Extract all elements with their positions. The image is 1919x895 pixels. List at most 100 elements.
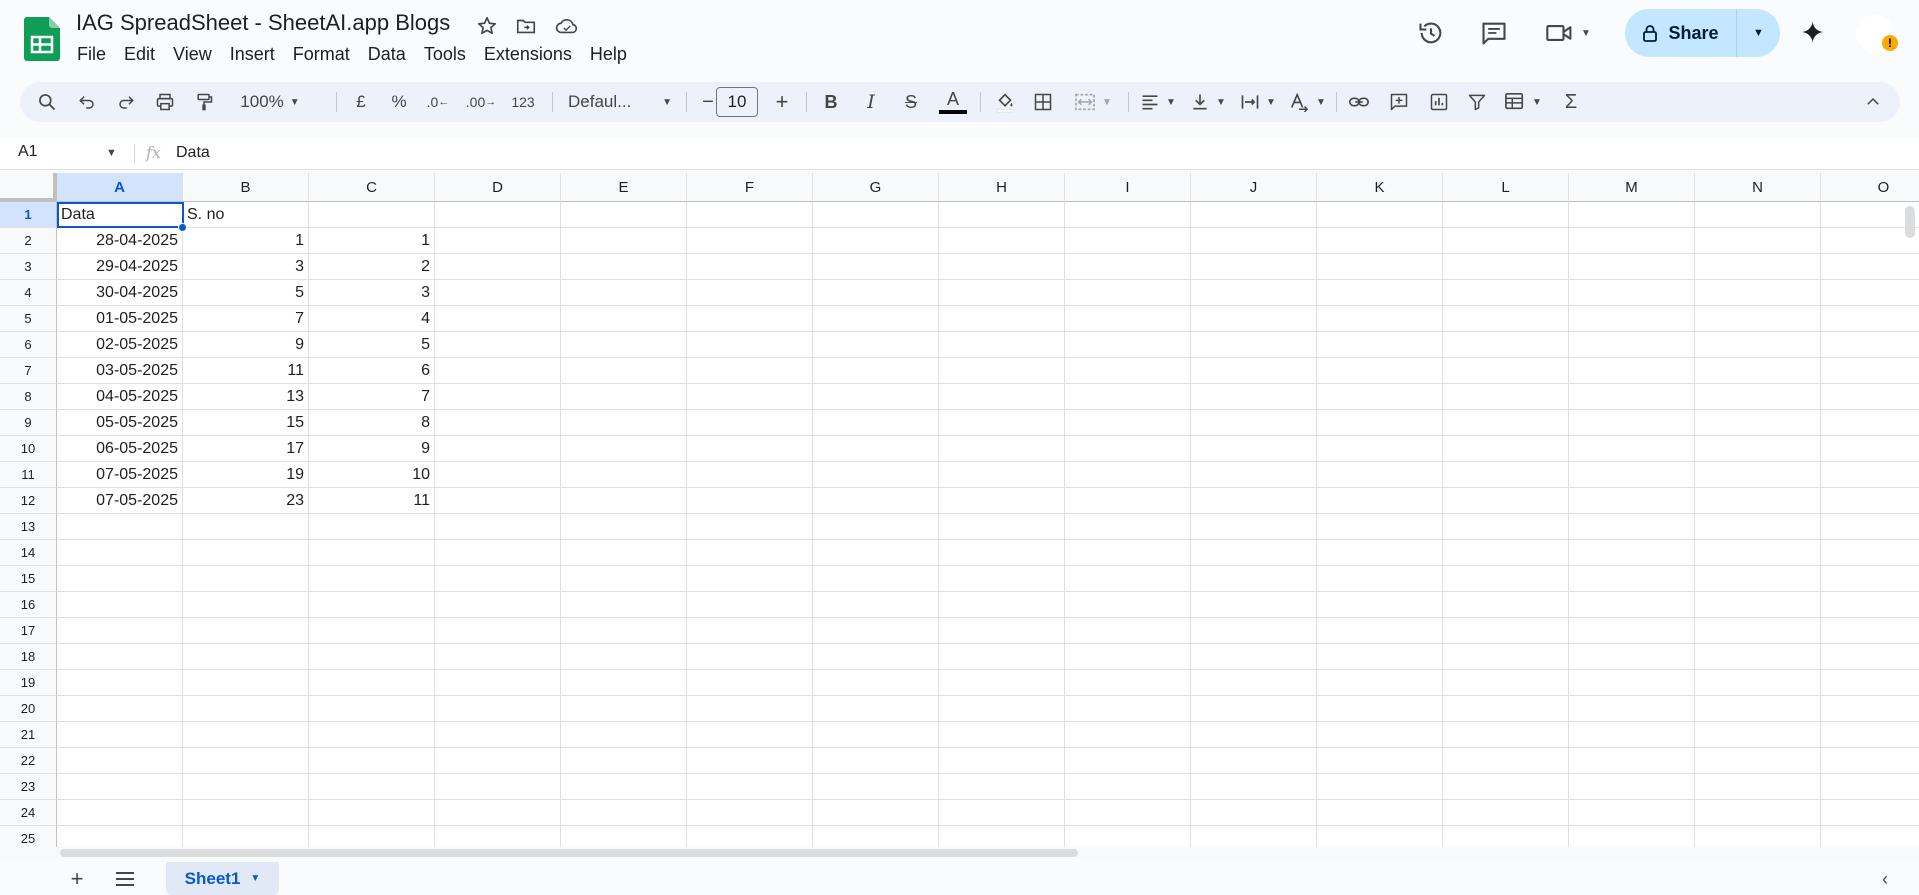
row-header[interactable]: 19 bbox=[0, 670, 57, 696]
cell-m2[interactable] bbox=[1569, 228, 1695, 254]
cell-g17[interactable] bbox=[813, 618, 939, 644]
cell-j20[interactable] bbox=[1191, 696, 1317, 722]
cell-b19[interactable] bbox=[183, 670, 309, 696]
cell-k12[interactable] bbox=[1317, 488, 1443, 514]
cell-a13[interactable] bbox=[57, 514, 183, 540]
cell-l6[interactable] bbox=[1443, 332, 1569, 358]
cell-b6[interactable]: 9 bbox=[183, 332, 309, 358]
cell-n20[interactable] bbox=[1695, 696, 1821, 722]
cell-m22[interactable] bbox=[1569, 748, 1695, 774]
cell-g8[interactable] bbox=[813, 384, 939, 410]
cell-a25[interactable] bbox=[57, 826, 183, 847]
menu-extensions[interactable]: Extensions bbox=[475, 42, 581, 66]
cell-o25[interactable] bbox=[1821, 826, 1919, 847]
cell-c4[interactable]: 3 bbox=[309, 280, 435, 306]
cell-b15[interactable] bbox=[183, 566, 309, 592]
cell-g19[interactable] bbox=[813, 670, 939, 696]
cell-b1[interactable]: S. no bbox=[183, 202, 309, 228]
cell-k18[interactable] bbox=[1317, 644, 1443, 670]
cell-b5[interactable]: 7 bbox=[183, 306, 309, 332]
cell-l21[interactable] bbox=[1443, 722, 1569, 748]
cell-l2[interactable] bbox=[1443, 228, 1569, 254]
cell-o3[interactable] bbox=[1821, 254, 1919, 280]
row-header[interactable]: 22 bbox=[0, 748, 57, 774]
cell-g9[interactable] bbox=[813, 410, 939, 436]
cell-a20[interactable] bbox=[57, 696, 183, 722]
cell-a5[interactable]: 01-05-2025 bbox=[57, 306, 183, 332]
cell-l25[interactable] bbox=[1443, 826, 1569, 847]
cell-j1[interactable] bbox=[1191, 202, 1317, 228]
cell-h25[interactable] bbox=[939, 826, 1065, 847]
zoom-select[interactable]: 100% ▼ bbox=[234, 82, 306, 122]
cell-n24[interactable] bbox=[1695, 800, 1821, 826]
cell-c10[interactable]: 9 bbox=[309, 436, 435, 462]
vertical-align-icon[interactable]: ▼ bbox=[1186, 82, 1230, 122]
cell-o22[interactable] bbox=[1821, 748, 1919, 774]
cell-g7[interactable] bbox=[813, 358, 939, 384]
insert-comment-icon[interactable] bbox=[1384, 82, 1414, 122]
cell-k17[interactable] bbox=[1317, 618, 1443, 644]
horizontal-align-icon[interactable]: ▼ bbox=[1136, 82, 1180, 122]
cell-e3[interactable] bbox=[561, 254, 687, 280]
share-button[interactable]: Share bbox=[1625, 9, 1737, 57]
gemini-icon[interactable]: ✦ bbox=[1800, 16, 1825, 51]
cell-c22[interactable] bbox=[309, 748, 435, 774]
cell-k15[interactable] bbox=[1317, 566, 1443, 592]
cell-l12[interactable] bbox=[1443, 488, 1569, 514]
row-header[interactable]: 5 bbox=[0, 306, 57, 332]
column-header-o[interactable]: O bbox=[1821, 173, 1919, 202]
cell-e14[interactable] bbox=[561, 540, 687, 566]
cell-g1[interactable] bbox=[813, 202, 939, 228]
cell-b10[interactable]: 17 bbox=[183, 436, 309, 462]
cell-m12[interactable] bbox=[1569, 488, 1695, 514]
increase-decimal-button[interactable]: .00 → bbox=[462, 82, 500, 122]
column-header-h[interactable]: H bbox=[939, 173, 1065, 202]
print-icon[interactable] bbox=[150, 82, 180, 122]
comments-icon[interactable] bbox=[1477, 16, 1511, 50]
cell-i10[interactable] bbox=[1065, 436, 1191, 462]
cell-m18[interactable] bbox=[1569, 644, 1695, 670]
cell-e5[interactable] bbox=[561, 306, 687, 332]
cell-m10[interactable] bbox=[1569, 436, 1695, 462]
cell-n22[interactable] bbox=[1695, 748, 1821, 774]
cell-c3[interactable]: 2 bbox=[309, 254, 435, 280]
cell-f2[interactable] bbox=[687, 228, 813, 254]
menu-edit[interactable]: Edit bbox=[115, 42, 164, 66]
cell-b9[interactable]: 15 bbox=[183, 410, 309, 436]
cell-l1[interactable] bbox=[1443, 202, 1569, 228]
cell-d13[interactable] bbox=[435, 514, 561, 540]
star-icon[interactable] bbox=[474, 13, 500, 39]
cell-g18[interactable] bbox=[813, 644, 939, 670]
cell-g25[interactable] bbox=[813, 826, 939, 847]
column-header-j[interactable]: J bbox=[1191, 173, 1317, 202]
cell-k3[interactable] bbox=[1317, 254, 1443, 280]
cell-l4[interactable] bbox=[1443, 280, 1569, 306]
cell-g12[interactable] bbox=[813, 488, 939, 514]
cell-l13[interactable] bbox=[1443, 514, 1569, 540]
cell-e4[interactable] bbox=[561, 280, 687, 306]
cell-g3[interactable] bbox=[813, 254, 939, 280]
cell-n1[interactable] bbox=[1695, 202, 1821, 228]
column-header-a[interactable]: A bbox=[57, 173, 183, 202]
cell-h11[interactable] bbox=[939, 462, 1065, 488]
row-header[interactable]: 24 bbox=[0, 800, 57, 826]
cell-j10[interactable] bbox=[1191, 436, 1317, 462]
cell-a16[interactable] bbox=[57, 592, 183, 618]
add-sheet-icon[interactable]: + bbox=[62, 866, 92, 892]
cell-o6[interactable] bbox=[1821, 332, 1919, 358]
cell-n12[interactable] bbox=[1695, 488, 1821, 514]
cell-e24[interactable] bbox=[561, 800, 687, 826]
cell-o5[interactable] bbox=[1821, 306, 1919, 332]
strikethrough-button[interactable]: S bbox=[896, 82, 926, 122]
cell-i5[interactable] bbox=[1065, 306, 1191, 332]
cell-f20[interactable] bbox=[687, 696, 813, 722]
cell-f5[interactable] bbox=[687, 306, 813, 332]
column-header-n[interactable]: N bbox=[1695, 173, 1821, 202]
cell-c8[interactable]: 7 bbox=[309, 384, 435, 410]
cell-f15[interactable] bbox=[687, 566, 813, 592]
cell-e18[interactable] bbox=[561, 644, 687, 670]
cell-a3[interactable]: 29-04-2025 bbox=[57, 254, 183, 280]
cell-f1[interactable] bbox=[687, 202, 813, 228]
cell-n2[interactable] bbox=[1695, 228, 1821, 254]
cell-d16[interactable] bbox=[435, 592, 561, 618]
